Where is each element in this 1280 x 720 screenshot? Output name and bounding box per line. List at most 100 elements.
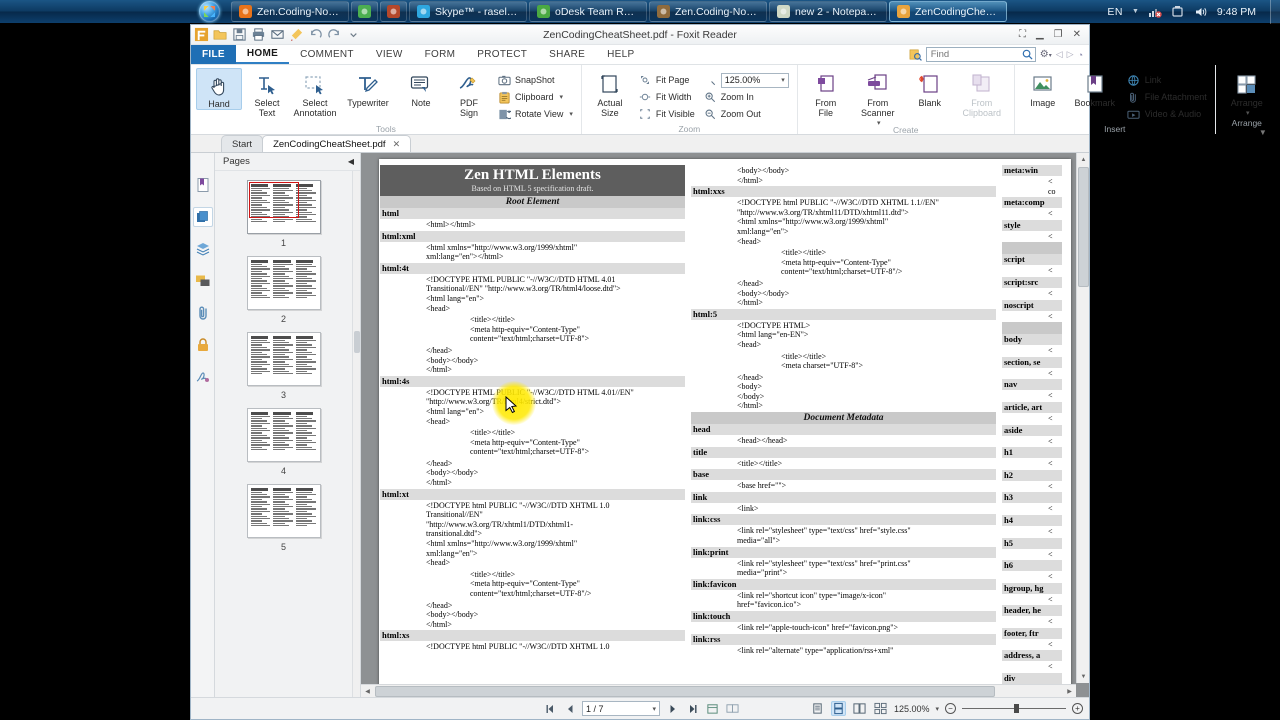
network-error-icon[interactable] [1148,5,1162,19]
page-thumbnail-image[interactable] [246,256,321,310]
undo-icon[interactable] [308,27,323,42]
ribbon-tab-file[interactable]: FILE [191,45,236,64]
ribbon-tab-comment[interactable]: COMMENT [289,45,365,64]
search-icon[interactable] [1022,49,1033,60]
page-number-field[interactable]: 1 / 7 ▾ [582,701,660,716]
page-thumbnail[interactable]: 1 [215,180,352,248]
find-target-icon[interactable] [909,48,922,61]
page-thumbnail[interactable]: 4 [215,408,352,476]
pdf-viewer[interactable]: Zen HTML Elements Based on HTML 5 specifi… [361,153,1089,697]
create-blank-button[interactable]: Blank [907,68,953,108]
ribbon-tab-share[interactable]: SHARE [538,45,596,64]
reflow-status-icon[interactable] [725,701,740,716]
document-tab[interactable]: ZenCodingCheatSheet.pdf ✕ [262,135,412,152]
hand-tool-button[interactable]: Hand [196,68,242,110]
page-thumbnail[interactable]: 5 [215,484,352,552]
single-page-view-icon[interactable] [810,701,825,716]
scroll-left-icon[interactable]: ◀ [361,685,374,697]
foxit-logo-icon[interactable] [194,27,209,42]
create-from-clipboard-button[interactable]: From Clipboard [955,68,1009,118]
page-thumbnail[interactable]: 2 [215,256,352,324]
taskbar-item-7[interactable]: ZenCodingCheatS... [889,1,1007,22]
fit-visible-button[interactable]: Fit Visible [635,106,698,122]
viewer-vertical-scrollbar[interactable]: ▲ ▼ [1076,153,1089,683]
close-tab-icon[interactable]: ✕ [393,139,401,150]
note-button[interactable]: Note [398,68,444,108]
create-from-file-button[interactable]: From File [803,68,849,118]
maximize-icon[interactable]: ❐ [1054,29,1063,40]
ribbon-tab-protect[interactable]: PROTECT [466,45,538,64]
first-page-button[interactable] [542,701,557,716]
collapse-panel-button[interactable]: ◀ [348,157,354,166]
scroll-up-icon[interactable]: ▲ [1077,153,1089,166]
taskbar-item-6[interactable]: new 2 - Notepad++ [769,1,887,22]
minimize-icon[interactable]: ▁ [1036,29,1044,40]
highlight-icon[interactable] [289,27,304,42]
zoom-percent-caret-icon[interactable]: ▾ [781,76,785,84]
page-number-caret-icon[interactable]: ▾ [652,705,656,713]
language-caret-icon[interactable]: ▼ [1132,8,1139,15]
find-input[interactable] [925,47,1036,62]
insert-video-audio-button[interactable]: Video & Audio [1124,106,1210,122]
snapshot-button[interactable]: SnapShot [494,72,576,88]
select-text-button[interactable]: Select Text [244,68,290,118]
page-thumbnail-image[interactable] [246,484,321,538]
pdf-sign-button[interactable]: PDF Sign [446,68,492,118]
typewriter-button[interactable]: Typewriter [340,68,396,108]
arrange-button[interactable]: Arrange ▾ [1221,68,1273,119]
find-next-icon[interactable]: ▷ [1067,49,1074,60]
signatures-panel-icon[interactable] [193,367,213,387]
create-from-scanner-button[interactable]: From Scanner ▾ [851,68,905,129]
language-indicator[interactable]: EN [1107,6,1123,18]
find-previous-icon[interactable]: ◁ [1056,49,1063,60]
insert-file-attachment-button[interactable]: File Attachment [1124,89,1210,105]
flash-drive-icon[interactable] [1171,5,1185,19]
taskbar-item-1[interactable] [351,1,378,22]
ribbon-tab-home[interactable]: HOME [235,45,290,64]
status-zoom-caret-icon[interactable]: ▾ [935,705,939,713]
zoom-out-button[interactable]: Zoom Out [700,106,792,122]
next-page-button[interactable] [665,701,680,716]
page-thumbnail[interactable]: 3 [215,332,352,400]
clipboard-caret-icon[interactable]: ▾ [560,93,564,101]
restore-layout-icon[interactable]: ⛶ [1019,29,1026,40]
layers-panel-icon[interactable] [193,239,213,259]
clipboard-button[interactable]: Clipboard ▾ [494,89,576,105]
save-icon[interactable] [232,27,247,42]
status-zoom-in-button[interactable]: + [1072,703,1083,714]
viewer-horizontal-scrollbar[interactable]: ◀ ▶ [361,684,1076,697]
viewer-vscroll-thumb[interactable] [1078,167,1089,287]
continuous-view-icon[interactable] [830,701,846,716]
bookmark-panel-icon[interactable] [193,175,213,195]
page-thumbnail-image[interactable] [246,332,321,386]
ribbon-tab-help[interactable]: HELP [596,45,645,64]
previous-page-button[interactable] [562,701,577,716]
taskbar-clock[interactable]: 9:48 PM [1217,6,1256,18]
volume-icon[interactable] [1194,5,1208,19]
customize-icon[interactable] [346,27,361,42]
continuous-facing-view-icon[interactable] [873,701,888,716]
rotate-view-caret-icon[interactable]: ▾ [569,110,573,118]
scroll-down-icon[interactable]: ▼ [1077,670,1089,683]
close-icon[interactable]: ✕ [1073,29,1081,40]
taskbar-item-4[interactable]: oDesk Team Room [529,1,647,22]
show-desktop-button[interactable] [1270,0,1280,24]
pages-panel-scroll-thumb[interactable] [354,331,360,353]
security-panel-icon[interactable] [193,335,213,355]
help-question-icon[interactable]: ◔ [1078,50,1083,60]
attachments-panel-icon[interactable] [193,303,213,323]
rotate-view-button[interactable]: Rotate View ▾ [494,106,576,122]
redo-icon[interactable] [327,27,342,42]
status-zoom-out-button[interactable]: − [945,703,956,714]
taskbar-item-3[interactable]: Skype™ - raselahm... [409,1,527,22]
open-icon[interactable] [213,27,228,42]
last-page-button[interactable] [685,701,700,716]
insert-link-button[interactable]: Link [1124,72,1210,88]
pages-panel-scrollbar[interactable] [352,171,360,697]
insert-bookmark-button[interactable]: Bookmark [1068,68,1122,108]
zoom-percent-field[interactable]: 125.00% ▾ [720,72,789,88]
ribbon-tab-form[interactable]: FORM [414,45,467,64]
pages-panel-icon[interactable] [192,207,213,227]
print-icon[interactable] [251,27,266,42]
fit-page-status-icon[interactable] [705,701,720,716]
